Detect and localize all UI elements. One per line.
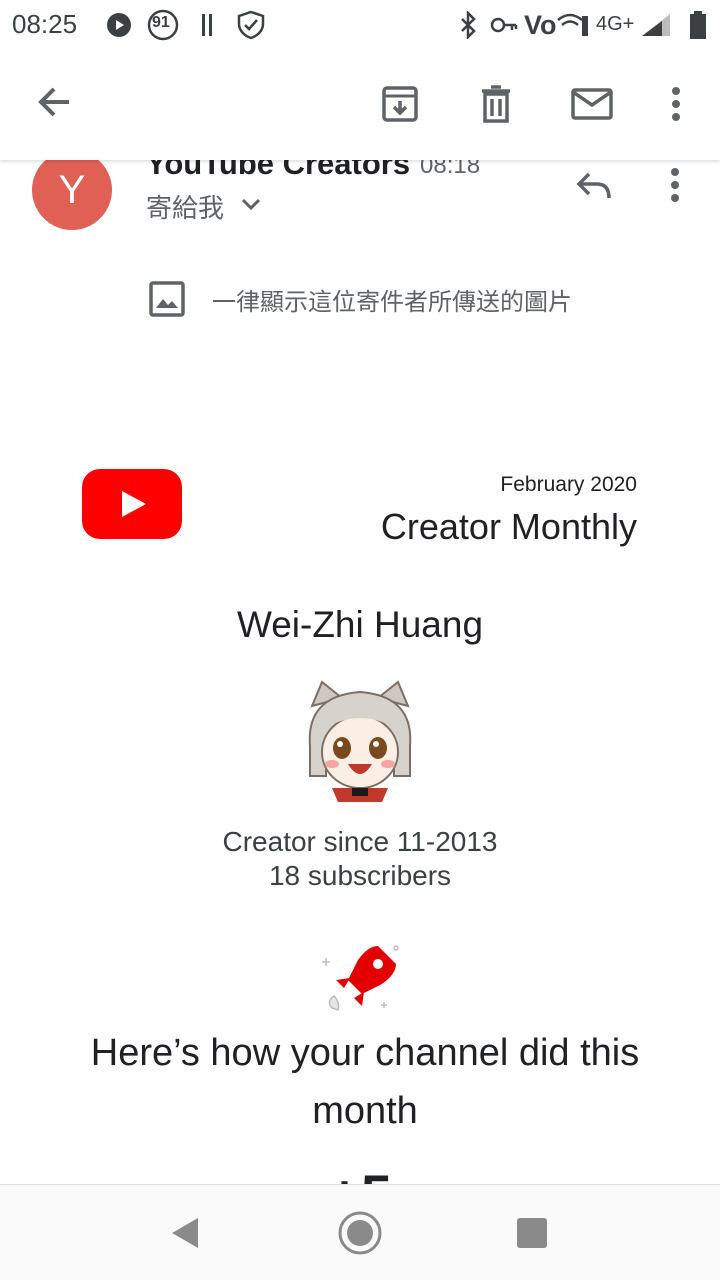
more-vert-icon — [672, 87, 680, 121]
chevron-down-icon[interactable] — [240, 196, 262, 212]
mark-unread-button[interactable] — [564, 76, 620, 132]
back-button[interactable] — [27, 74, 83, 130]
image-icon — [149, 281, 185, 317]
play-icon — [122, 491, 146, 517]
mail-icon — [571, 88, 613, 120]
network-type: 4G+ — [596, 13, 635, 35]
bluetooth-icon — [461, 11, 476, 39]
status-time: 08:25 — [12, 9, 78, 39]
circle-home-icon — [338, 1211, 382, 1255]
volte-label: Vo — [524, 10, 557, 40]
message-time: 08:18 — [420, 160, 481, 179]
newsletter-month: February 2020 — [500, 473, 637, 496]
delete-button[interactable] — [468, 76, 524, 132]
rocket-icon — [322, 945, 399, 1011]
pause-icon — [202, 14, 212, 36]
system-nav-bar — [0, 1184, 720, 1280]
channel-name: Wei-Zhi Huang — [236, 604, 484, 645]
more-vert-icon — [671, 168, 679, 202]
message-more-button[interactable] — [650, 160, 700, 210]
shield-check-icon — [237, 10, 265, 40]
section-headline: Here’s how your channel did this month — [90, 1032, 640, 1132]
triangle-back-icon — [172, 1218, 198, 1248]
square-recents-icon — [517, 1218, 547, 1248]
archive-button[interactable] — [372, 76, 428, 132]
signal-icon — [642, 14, 670, 36]
show-images-link[interactable]: 一律顯示這位寄件者所傳送的圖片 — [148, 280, 572, 318]
reply-icon — [576, 172, 611, 199]
subscriber-count: 18 subscribers — [268, 860, 452, 891]
play-circle-icon — [107, 13, 131, 37]
vpn-key-icon — [490, 17, 518, 33]
data-counter-badge: 91 — [152, 14, 170, 31]
newsletter-title: Creator Monthly — [380, 506, 637, 547]
show-images-text: 一律顯示這位寄件者所傳送的圖片 — [212, 288, 572, 316]
status-bar: 08:25 91 Vo 4G+ — [0, 0, 720, 50]
stat-value: +5 — [328, 1162, 392, 1184]
more-options-button[interactable] — [648, 76, 704, 132]
nav-back-button[interactable] — [156, 1203, 216, 1263]
volte-wifi-icon — [557, 13, 588, 36]
channel-avatar — [308, 680, 412, 802]
nav-recents-button[interactable] — [502, 1203, 562, 1263]
youtube-logo — [82, 469, 182, 539]
sender-name: YouTube Creators — [146, 160, 411, 181]
reply-button[interactable] — [566, 160, 622, 210]
nav-home-button[interactable] — [330, 1203, 390, 1263]
battery-icon — [690, 11, 706, 39]
sender-avatar[interactable]: Y — [32, 150, 112, 230]
top-app-bar — [0, 50, 720, 160]
arrow-left-icon — [38, 87, 69, 117]
creator-since: Creator since 11-2013 — [222, 826, 498, 857]
trash-icon — [482, 85, 510, 123]
stat-value-clip: +5 — [0, 1158, 720, 1184]
recipient-label[interactable]: 寄給我 — [146, 188, 224, 225]
archive-icon — [382, 86, 418, 122]
